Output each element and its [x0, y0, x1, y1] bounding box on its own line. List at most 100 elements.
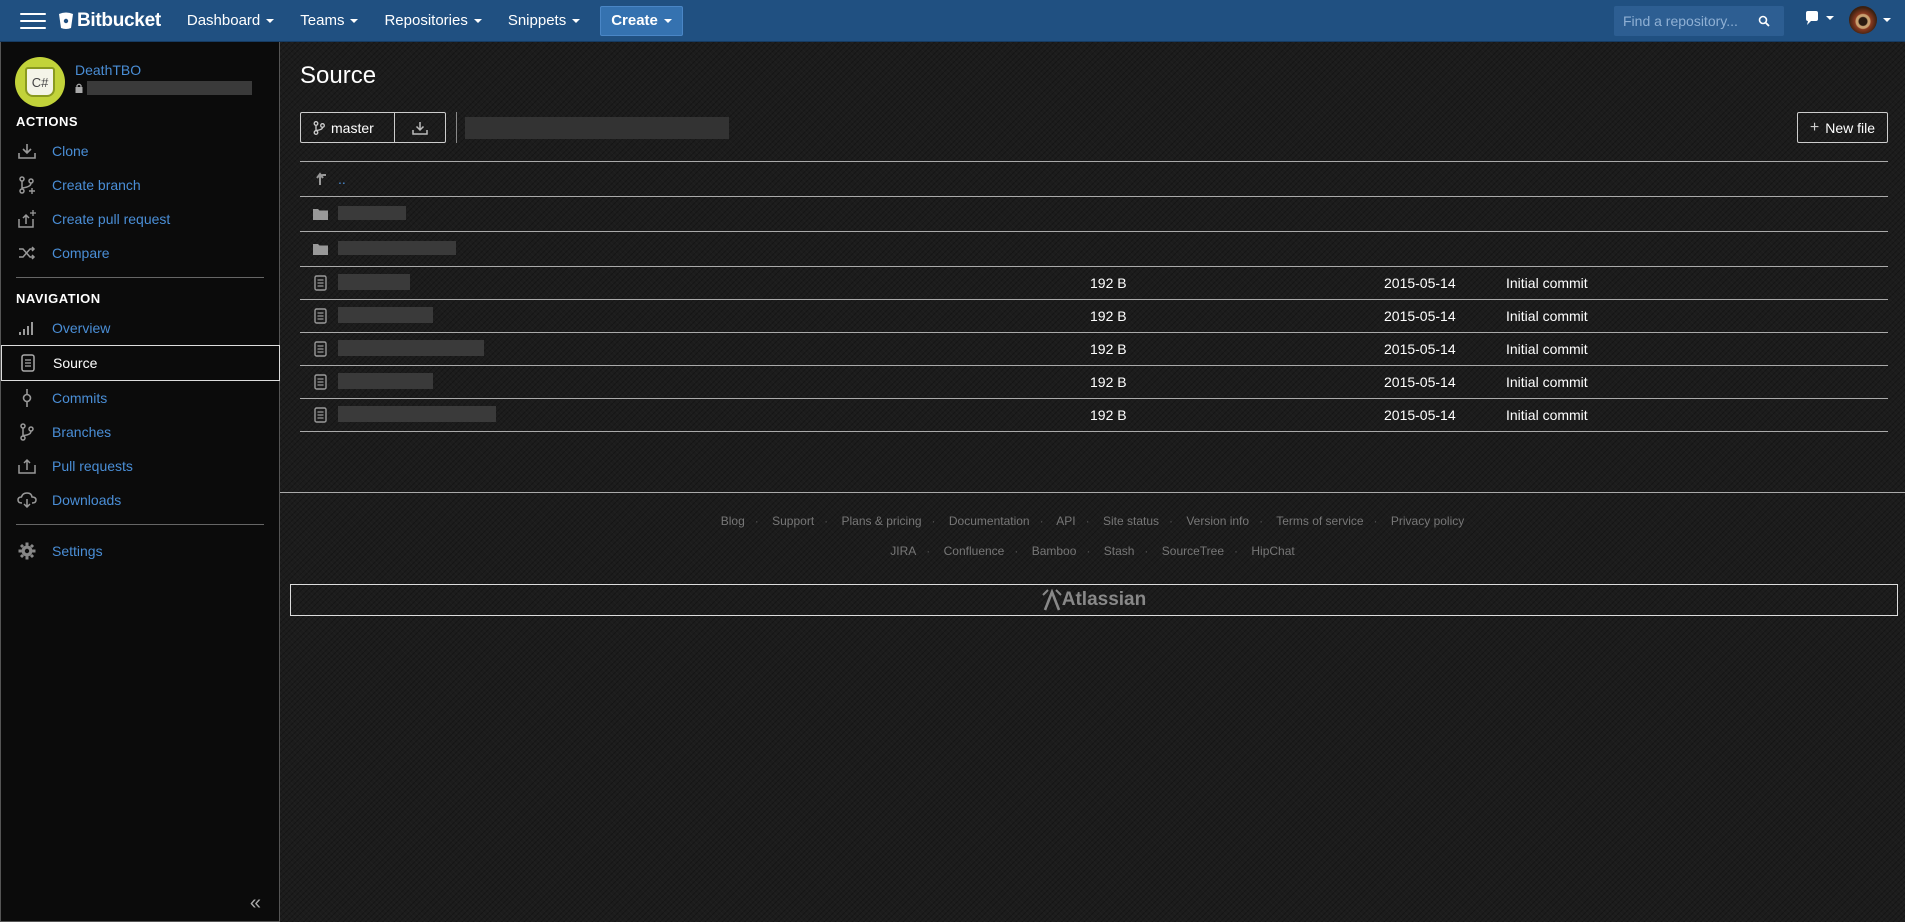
file-row[interactable]: 192 B 2015-05-14 Initial commit	[300, 300, 1888, 333]
footer-divider	[280, 492, 1905, 493]
help-menu[interactable]	[1804, 10, 1834, 26]
compare-icon	[17, 243, 37, 263]
collapse-sidebar-button[interactable]: «	[250, 892, 261, 915]
file-row[interactable]: 192 B 2015-05-14 Initial commit	[300, 267, 1888, 300]
file-name-redacted[interactable]	[338, 306, 433, 323]
sidebar-item-pull-requests[interactable]: Pull requests	[1, 449, 279, 483]
download-icon	[17, 141, 37, 161]
sidebar-item-overview[interactable]: Overview	[1, 311, 279, 345]
footer-link-api[interactable]: API	[1056, 514, 1075, 528]
new-file-button[interactable]: + New file	[1797, 112, 1888, 143]
folder-name-redacted[interactable]	[338, 240, 456, 255]
parent-directory-link[interactable]: ..	[338, 171, 1090, 187]
footer-dot: ·	[1169, 514, 1173, 528]
footer-dot: ·	[1234, 544, 1239, 558]
file-name-redacted[interactable]	[338, 273, 410, 290]
breadcrumb-path-redacted[interactable]	[464, 116, 729, 139]
sidebar-item-downloads[interactable]: Downloads	[1, 483, 279, 517]
up-arrow-icon	[312, 172, 328, 186]
sidebar-item-create-pull-request[interactable]: Create pull request	[1, 202, 279, 236]
hamburger-menu-icon[interactable]	[18, 10, 48, 32]
footer-link-hipchat[interactable]: HipChat	[1251, 544, 1294, 558]
footer-link-sourcetree[interactable]: SourceTree	[1162, 544, 1224, 558]
footer-link-plans[interactable]: Plans & pricing	[842, 514, 922, 528]
file-row[interactable]: 192 B 2015-05-14 Initial commit	[300, 399, 1888, 432]
footer-link-documentation[interactable]: Documentation	[949, 514, 1030, 528]
file-row[interactable]: 192 B 2015-05-14 Initial commit	[300, 333, 1888, 366]
overview-icon	[17, 318, 37, 338]
file-date: 2015-05-14	[1384, 407, 1456, 423]
user-avatar-menu[interactable]	[1849, 6, 1891, 34]
file-icon	[312, 407, 328, 423]
footer-link-site-status[interactable]: Site status	[1103, 514, 1159, 528]
file-row[interactable]: 192 B 2015-05-14 Initial commit	[300, 366, 1888, 399]
commit-message[interactable]: Initial commit	[1506, 374, 1588, 390]
caret-down-icon	[1883, 18, 1891, 22]
folder-row[interactable]	[300, 232, 1888, 267]
sidebar-item-label: Create branch	[52, 177, 141, 193]
footer-link-blog[interactable]: Blog	[721, 514, 745, 528]
sidebar-item-label: Pull requests	[52, 458, 133, 474]
repository-search-input[interactable]	[1623, 13, 1758, 29]
footer-link-terms[interactable]: Terms of service	[1276, 514, 1363, 528]
repo-name-redacted[interactable]	[87, 81, 252, 95]
page-title: Source	[300, 62, 377, 89]
sidebar-item-source[interactable]: Source	[1, 345, 280, 381]
folder-name-redacted[interactable]	[338, 205, 406, 220]
file-name-redacted[interactable]	[338, 372, 433, 389]
footer-link-version-info[interactable]: Version info	[1186, 514, 1249, 528]
branch-selector-button[interactable]: master	[300, 112, 395, 143]
nav-repositories[interactable]: Repositories	[384, 12, 482, 29]
sidebar-item-create-branch[interactable]: Create branch	[1, 168, 279, 202]
footer-dot: ·	[931, 514, 936, 528]
caret-down-icon	[473, 18, 482, 23]
sidebar-item-settings[interactable]: Settings	[1, 534, 279, 568]
sidebar-item-branches[interactable]: Branches	[1, 415, 279, 449]
footer-link-jira[interactable]: JIRA	[890, 544, 916, 558]
branch-name: master	[331, 119, 374, 136]
file-name-redacted[interactable]	[338, 339, 484, 356]
nav-dashboard[interactable]: Dashboard	[186, 12, 275, 29]
footer-dot: ·	[754, 514, 759, 528]
folder-row[interactable]	[300, 197, 1888, 232]
nav-teams[interactable]: Teams	[300, 12, 359, 29]
footer-link-privacy[interactable]: Privacy policy	[1391, 514, 1464, 528]
repo-owner-link[interactable]: DeathTBO	[75, 62, 252, 78]
atlassian-footer-bar[interactable]: Atlassian	[290, 584, 1898, 616]
sidebar-item-compare[interactable]: Compare	[1, 236, 279, 270]
create-button[interactable]: Create	[600, 5, 683, 36]
nav-dashboard-label: Dashboard	[186, 12, 261, 29]
commit-message[interactable]: Initial commit	[1506, 308, 1588, 324]
footer-dot: ·	[1086, 544, 1091, 558]
footer-dot: ·	[926, 544, 931, 558]
new-file-label: New file	[1825, 119, 1876, 136]
parent-directory-row[interactable]: ..	[300, 162, 1888, 197]
sidebar-item-label: Compare	[52, 245, 110, 261]
footer-links: Blog · Support · Plans & pricing · Document…	[280, 514, 1905, 528]
footer-link-stash[interactable]: Stash	[1104, 544, 1135, 558]
file-size: 192 B	[1090, 407, 1127, 423]
pull-request-icon	[17, 209, 37, 229]
commit-message[interactable]: Initial commit	[1506, 341, 1588, 357]
sidebar-item-clone[interactable]: Clone	[1, 134, 279, 168]
footer-link-confluence[interactable]: Confluence	[944, 544, 1005, 558]
nav-snippets[interactable]: Snippets	[508, 12, 581, 29]
folder-icon	[312, 243, 328, 255]
brand-name: Bitbucket	[77, 9, 161, 31]
user-avatar	[1849, 6, 1877, 34]
commit-message[interactable]: Initial commit	[1506, 275, 1588, 291]
bitbucket-logo[interactable]: Bitbucket	[58, 10, 161, 32]
download-repo-button[interactable]	[394, 112, 446, 143]
nav-repositories-label: Repositories	[384, 12, 468, 29]
atlassian-logo-icon	[1042, 589, 1062, 611]
navigation-heading: NAVIGATION	[16, 291, 101, 306]
commit-message[interactable]: Initial commit	[1506, 407, 1588, 423]
search-icon[interactable]	[1758, 15, 1770, 27]
file-icon	[312, 275, 328, 291]
footer-link-support[interactable]: Support	[772, 514, 814, 528]
sidebar-item-commits[interactable]: Commits	[1, 381, 279, 415]
footer-link-bamboo[interactable]: Bamboo	[1032, 544, 1077, 558]
file-name-redacted[interactable]	[338, 405, 496, 422]
repo-avatar[interactable]: C#	[15, 57, 65, 107]
branch-icon	[313, 120, 325, 135]
